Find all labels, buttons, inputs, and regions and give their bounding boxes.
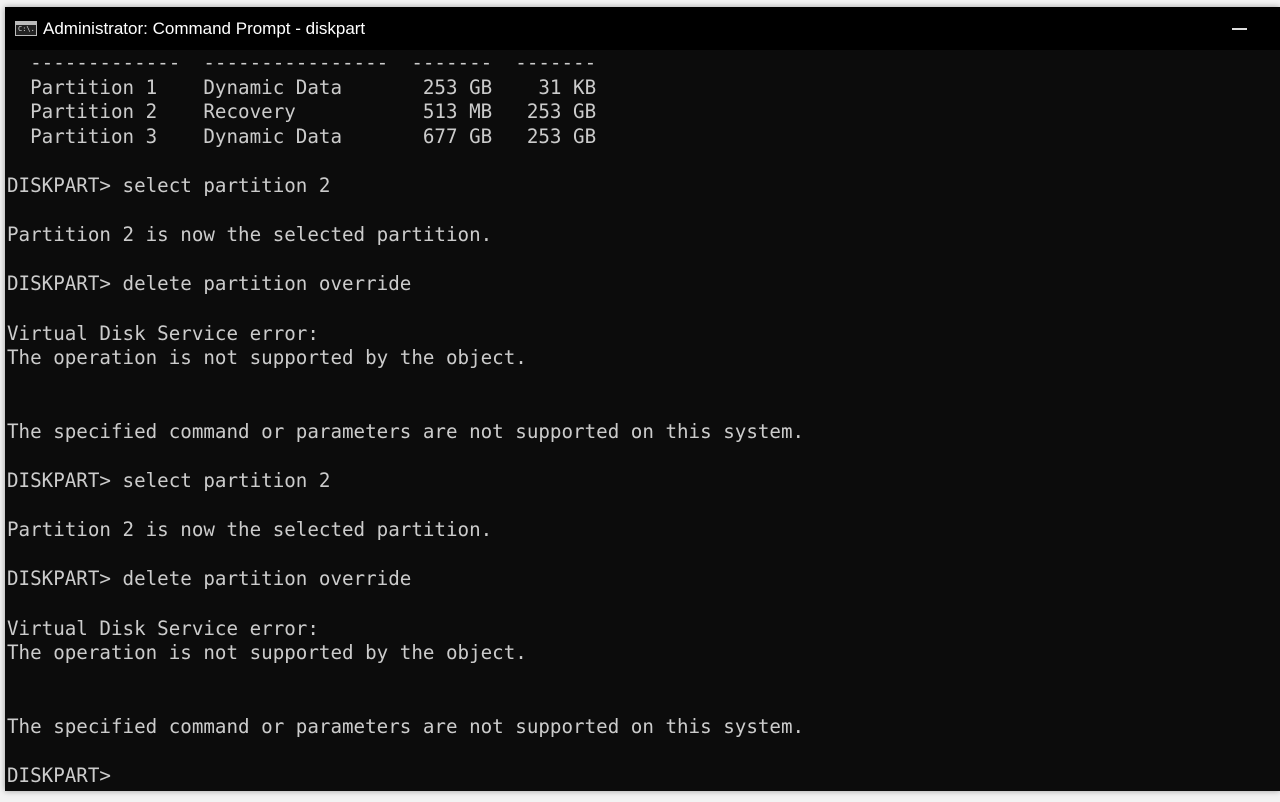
minimize-button[interactable] [1228, 19, 1250, 39]
console-line: The operation is not supported by the ob… [7, 641, 527, 665]
cmd-icon[interactable]: C:\. [15, 21, 37, 36]
console-prompt-line: DISKPART> select partition 2 [7, 469, 331, 493]
console-line: Virtual Disk Service error: [7, 321, 319, 345]
console-line: Partition 2 is now the selected partitio… [7, 223, 493, 247]
cmd-icon-text: C:\. [18, 25, 35, 33]
console-output[interactable]: ------------- ---------------- ------- -… [7, 51, 1280, 791]
console-prompt-line: DISKPART> delete partition override [7, 272, 412, 296]
console-prompt-line: DISKPART> select partition 2 [7, 173, 331, 197]
console-line: The operation is not supported by the ob… [7, 346, 527, 370]
console-line: Virtual Disk Service error: [7, 616, 319, 640]
title-bar[interactable]: C:\. Administrator: Command Prompt - dis… [5, 7, 1280, 50]
console-prompt-line: DISKPART> delete partition override [7, 567, 412, 591]
console-line: Partition 1 Dynamic Data 253 GB 31 KB [7, 75, 597, 99]
console-line: Partition 3 Dynamic Data 677 GB 253 GB [7, 124, 597, 148]
console-line: The specified command or parameters are … [7, 419, 805, 443]
console-line: The specified command or parameters are … [7, 715, 805, 739]
command-prompt-window: C:\. Administrator: Command Prompt - dis… [5, 7, 1280, 791]
console-line: Partition 2 Recovery 513 MB 253 GB [7, 100, 597, 124]
console-line: Partition 2 is now the selected partitio… [7, 518, 493, 542]
console-line: ------------- ---------------- ------- -… [7, 51, 597, 74]
console-prompt-line: DISKPART> [7, 764, 111, 788]
window-title: Administrator: Command Prompt - diskpart [43, 18, 366, 38]
